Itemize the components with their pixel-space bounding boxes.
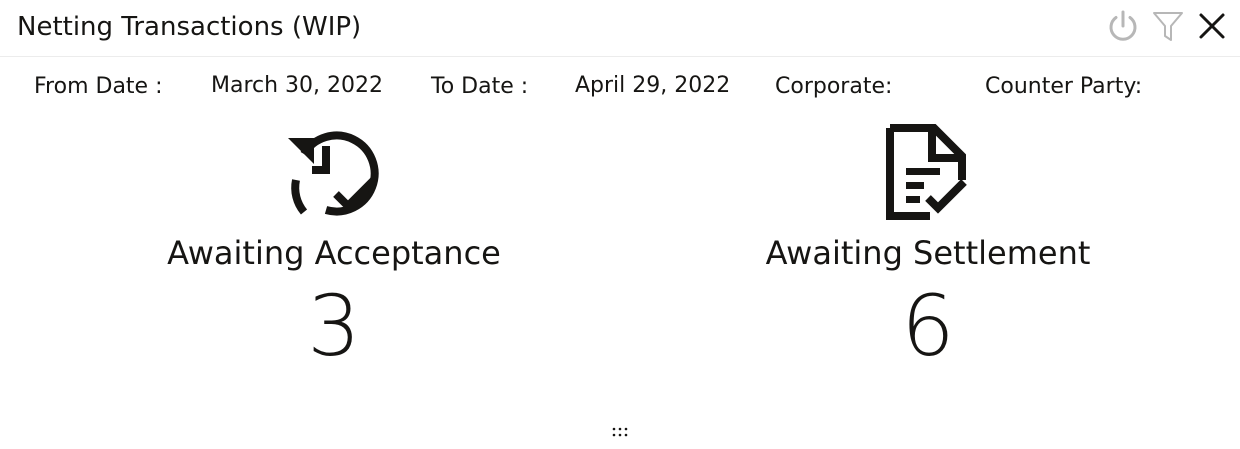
awaiting-acceptance-label: Awaiting Acceptance bbox=[167, 234, 501, 272]
from-date-value: March 30, 2022 bbox=[211, 73, 384, 98]
close-button[interactable] bbox=[1194, 10, 1230, 46]
corporate-label: Corporate: bbox=[775, 74, 893, 99]
from-date-label: From Date : bbox=[34, 74, 163, 99]
awaiting-settlement-tile[interactable]: Awaiting Settlement 6 bbox=[718, 124, 1138, 374]
to-date-label: To Date : bbox=[431, 74, 529, 99]
awaiting-acceptance-tile[interactable]: Awaiting Acceptance 3 bbox=[124, 124, 544, 374]
netting-transactions-widget: Netting Transactions (WIP) From Date: M… bbox=[0, 0, 1240, 449]
widget-header: Netting Transactions (WIP) bbox=[0, 0, 1240, 57]
refresh-button[interactable] bbox=[1105, 10, 1141, 46]
close-icon bbox=[1198, 12, 1226, 44]
awaiting-settlement-label: Awaiting Settlement bbox=[765, 234, 1091, 272]
filter-button[interactable] bbox=[1150, 10, 1186, 46]
awaiting-settlement-count[interactable]: 6 bbox=[718, 284, 1138, 368]
counter-party-label: Counter Party: bbox=[985, 74, 1143, 99]
drag-handle[interactable] bbox=[608, 424, 632, 438]
history-check-icon bbox=[284, 124, 384, 220]
to-date-value: April 29, 2022 bbox=[575, 73, 731, 98]
refresh-icon bbox=[1106, 9, 1140, 47]
document-check-icon bbox=[878, 124, 978, 220]
widget-title: Netting Transactions (WIP) bbox=[17, 12, 362, 42]
filter-icon bbox=[1151, 9, 1185, 47]
awaiting-acceptance-count[interactable]: 3 bbox=[124, 284, 544, 368]
drag-handle-icon bbox=[611, 422, 629, 441]
